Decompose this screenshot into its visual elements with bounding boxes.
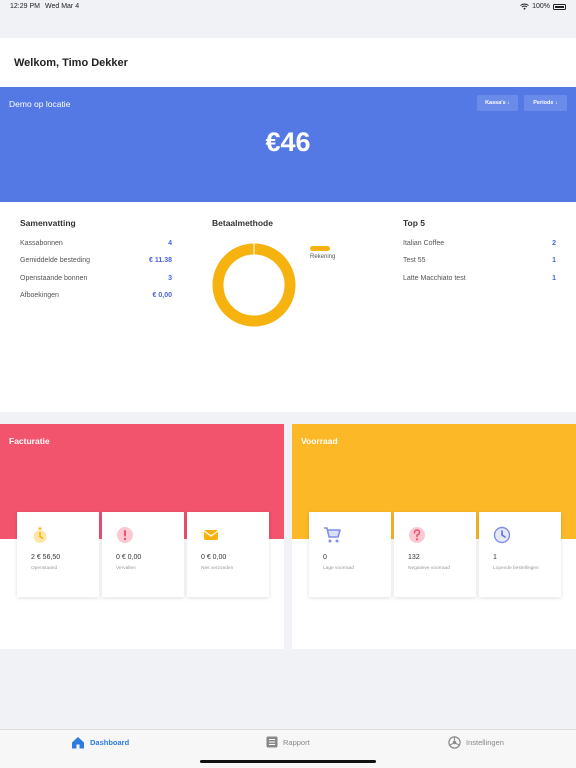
tile-lage-voorraad[interactable]: 0 Lage voorraad: [309, 512, 391, 597]
revenue-amount: €46: [265, 127, 311, 157]
battery-icon: [553, 3, 566, 10]
tab-label: Instellingen: [466, 738, 504, 747]
summary-title: Samenvatting: [20, 218, 76, 228]
tile-value: 0 € 0,00: [201, 554, 227, 561]
summary-row-label: Kassabonnen: [20, 240, 63, 247]
donut-slice: [212, 243, 296, 327]
tile-label: Niet verzonden: [201, 566, 234, 571]
legend-label: Rekening: [310, 254, 336, 260]
cart-icon: [324, 527, 341, 543]
home-indicator: [200, 760, 376, 763]
top5-row-value: 1: [552, 275, 556, 282]
periode-filter-button[interactable]: Periode ↓: [524, 95, 567, 111]
battery-percent: 100%: [532, 3, 550, 10]
tab-label: Dashboard: [90, 738, 130, 747]
facturatie-card[interactable]: Facturatie 2 € 56,50 Openstaand 0 € 0,00…: [0, 424, 284, 649]
tile-value: 2 € 56,50: [31, 554, 61, 561]
status-time: 12:29 PM: [10, 3, 40, 10]
tile-value: 1: [493, 554, 497, 561]
summary-row-value: 3: [168, 275, 172, 282]
revenue-header: Demo op locatie Kassa's ↓ Periode ↓ €46: [0, 87, 576, 202]
summary-row-value: € 0,00: [152, 292, 172, 299]
report-icon: [266, 736, 278, 748]
tile-value: 0: [323, 554, 327, 561]
home-icon: [72, 737, 84, 749]
tile-value: 0 € 0,00: [116, 554, 142, 561]
voorraad-card[interactable]: Voorraad 0 Lage voorraad 132 Negatieve v…: [292, 424, 576, 649]
question-icon: [409, 527, 425, 543]
tile-label: Negatieve voorraad: [408, 566, 450, 571]
tile-label: Openstaand: [31, 566, 58, 571]
settings-icon: [448, 736, 461, 749]
welcome-bar: Welkom, Timo Dekker: [0, 38, 576, 87]
tab-dashboard[interactable]: Dashboard: [71, 736, 129, 749]
status-date: Wed Mar 4: [45, 3, 80, 10]
alert-icon: [117, 527, 133, 543]
tile-lopende-bestellingen[interactable]: 1 Lopende bestellingen: [479, 512, 561, 597]
top5-title: Top 5: [403, 218, 426, 228]
tile-openstaand[interactable]: 2 € 56,50 Openstaand: [17, 512, 99, 597]
tab-rapport[interactable]: Rapport: [266, 736, 310, 748]
tab-instellingen[interactable]: Instellingen: [448, 736, 504, 749]
summary-row-value: € 11.38: [149, 257, 172, 264]
top5-row-label: Italian Coffee: [403, 240, 445, 247]
tile-label: Lage voorraad: [323, 566, 354, 571]
clock-icon: [493, 526, 511, 544]
top5-row-value: 1: [552, 257, 556, 264]
voorraad-title: Voorraad: [301, 436, 338, 446]
top5-row-value: 2: [552, 240, 556, 247]
tile-value: 132: [408, 554, 420, 561]
top5-row-label: Test 55: [403, 257, 426, 264]
payment-title: Betaalmethode: [212, 218, 273, 228]
summary-row-label: Gemiddelde besteding: [20, 257, 91, 264]
tile-label: Lopende bestellingen: [493, 566, 539, 571]
welcome-title: Welkom, Timo Dekker: [14, 57, 128, 69]
summary-row-value: 4: [168, 240, 172, 247]
kassa-filter-button[interactable]: Kassa's ↓: [477, 95, 518, 111]
tab-label: Rapport: [283, 737, 310, 747]
stopwatch-icon: [33, 527, 47, 543]
status-bar: 12:29 PM Wed Mar 4 100%: [0, 0, 576, 14]
location-label: Demo op locatie: [9, 99, 71, 109]
wifi-icon: [520, 3, 529, 10]
payment-donut-chart: [212, 243, 296, 327]
tile-vervallen[interactable]: 0 € 0,00 Vervallen: [102, 512, 184, 597]
facturatie-title: Facturatie: [9, 436, 50, 446]
tile-niet-verzonden[interactable]: 0 € 0,00 Niet verzonden: [187, 512, 269, 597]
status-right: 100%: [520, 3, 566, 10]
tile-label: Vervallen: [116, 566, 136, 571]
summary-row-label: Openstaande bonnen: [20, 275, 88, 282]
top5-row-label: Latte Macchiato test: [403, 275, 466, 282]
summary-row-label: Afboekingen: [20, 292, 59, 299]
envelope-icon: [201, 530, 219, 540]
tile-negatieve-voorraad[interactable]: 132 Negatieve voorraad: [394, 512, 476, 597]
legend-swatch: [310, 246, 330, 251]
